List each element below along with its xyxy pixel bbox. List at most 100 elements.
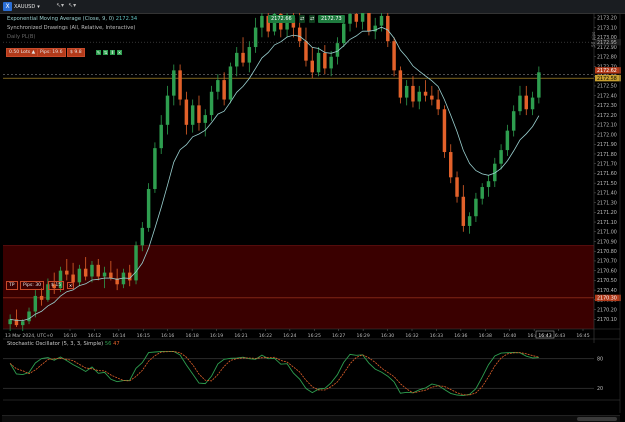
candle-down[interactable] (184, 99, 189, 125)
trade-lots-box[interactable]: 0.50 Lots ▲ (6, 48, 39, 57)
candle-up[interactable] (102, 272, 107, 277)
candle-down[interactable] (392, 41, 396, 71)
candle-down[interactable] (65, 270, 69, 275)
candle-up[interactable] (474, 198, 478, 217)
candle-up[interactable] (467, 216, 472, 226)
candle-down[interactable] (398, 70, 403, 98)
candle-down[interactable] (455, 177, 459, 197)
price-axis-label: 2172.10 (597, 123, 617, 129)
candle-up[interactable] (511, 111, 516, 131)
candle-down[interactable] (304, 41, 308, 61)
time-axis-label: 16:36 (454, 333, 467, 339)
price-axis-label: 2170.10 (597, 317, 617, 323)
candle-down[interactable] (241, 52, 245, 63)
candle-down[interactable] (436, 99, 440, 110)
candle-up[interactable] (537, 72, 541, 98)
candle-down[interactable] (367, 13, 371, 32)
candle-up[interactable] (518, 95, 522, 112)
candle-down[interactable] (442, 109, 447, 153)
ema-value: 2172.34 (115, 16, 138, 22)
candle-up[interactable] (404, 85, 409, 98)
candle-up[interactable] (134, 245, 138, 281)
price-axis-label: 2170.80 (597, 249, 617, 255)
price-pill-left[interactable]: 2172.66 (268, 15, 295, 23)
candle-up[interactable] (21, 321, 25, 326)
candle-up[interactable] (235, 52, 239, 67)
candle-up[interactable] (172, 70, 176, 96)
candle-down[interactable] (430, 95, 434, 100)
candle-down[interactable] (96, 264, 100, 277)
candle-up[interactable] (190, 105, 195, 125)
price-pill-right[interactable]: 2172.73 (318, 15, 345, 23)
candle-down[interactable] (323, 52, 327, 69)
pill-link-icon[interactable]: ⇄ (309, 15, 316, 23)
cursor-tool-icon[interactable]: ↖▾ (56, 2, 64, 9)
edit-trade-icon[interactable]: ✎ (96, 50, 101, 55)
candle-up[interactable] (209, 91, 214, 116)
price-chart[interactable]: 2173.202173.102173.002172.902172.802172.… (0, 13, 625, 413)
candle-down[interactable] (386, 15, 390, 42)
candle-up[interactable] (316, 52, 321, 73)
candle-up[interactable] (348, 13, 352, 24)
candle-down[interactable] (39, 295, 44, 300)
candle-up[interactable] (146, 188, 151, 228)
candle-up[interactable] (228, 66, 233, 100)
reverse-trade-icon[interactable]: ⇅ (103, 50, 108, 55)
candle-up[interactable] (480, 187, 484, 199)
ema-legend[interactable]: Exponential Moving Average (Close, 9, 0)… (7, 16, 137, 22)
candle-up[interactable] (505, 130, 510, 151)
candle-up[interactable] (140, 227, 145, 246)
candle-down[interactable] (449, 152, 453, 178)
candle-down[interactable] (354, 13, 359, 22)
candle-up[interactable] (33, 295, 38, 312)
candle-up[interactable] (530, 97, 535, 110)
tp-pips-label: Pips: 30 (23, 283, 42, 288)
chart-area[interactable]: 2173.20 2173.10 2173.00 2172.90 2172.80 2172.… (0, 13, 625, 422)
candle-up[interactable] (417, 91, 421, 102)
candle-down[interactable] (222, 80, 226, 100)
candle-down[interactable] (411, 85, 415, 102)
candle-up[interactable] (27, 311, 31, 322)
candle-up[interactable] (77, 268, 82, 283)
candle-down[interactable] (109, 272, 113, 279)
candle-down[interactable] (128, 272, 132, 281)
symbol-selector[interactable]: X XAUUSD ▾ (3, 2, 40, 11)
candle-down[interactable] (423, 91, 428, 96)
candle-up[interactable] (342, 23, 346, 44)
candle-down[interactable] (83, 268, 88, 277)
candle-down[interactable] (524, 95, 528, 110)
candle-up[interactable] (260, 15, 264, 28)
candle-up[interactable] (253, 27, 258, 48)
candle-down[interactable] (178, 70, 182, 100)
oscillator-legend[interactable]: Stochastic Oscillator (5, 3, 3, Simple) … (7, 341, 120, 347)
close-trade-icon[interactable]: ✕ (117, 50, 122, 55)
horizontal-scrollbar[interactable] (2, 415, 620, 422)
price-axis-label: 2171.90 (597, 142, 617, 148)
scrollbar-thumb[interactable] (577, 417, 617, 421)
candle-up[interactable] (329, 56, 333, 69)
candle-down[interactable] (297, 27, 302, 42)
sync-legend[interactable]: Synchronized Drawings (All, Relative, In… (7, 25, 135, 31)
candle-up[interactable] (216, 80, 220, 92)
candle-up[interactable] (165, 95, 170, 125)
candle-up[interactable] (360, 13, 365, 22)
candle-up[interactable] (247, 47, 252, 63)
candle-up[interactable] (159, 124, 163, 149)
candle-up[interactable] (153, 148, 157, 189)
candle-up[interactable] (486, 181, 491, 188)
candle-up[interactable] (203, 115, 207, 123)
tp-label-box[interactable]: TP (6, 281, 18, 290)
candle-down[interactable] (197, 105, 201, 123)
candle-up[interactable] (90, 264, 94, 277)
pill-handle-icon[interactable]: ⇄ (299, 15, 306, 23)
candle-down[interactable] (461, 196, 466, 226)
pause-trade-icon[interactable]: Ⅱ (110, 50, 115, 55)
crosshair-tool-icon[interactable]: ↖▾ (68, 2, 76, 9)
candle-up[interactable] (379, 15, 384, 26)
candle-up[interactable] (8, 319, 12, 325)
daily-legend[interactable]: Daily PL(B) (7, 34, 35, 40)
tp-close-icon[interactable]: ✕ (67, 282, 74, 289)
price-axis-label: 2172.20 (597, 113, 617, 119)
candle-up[interactable] (499, 150, 503, 164)
candle-down[interactable] (310, 60, 314, 73)
